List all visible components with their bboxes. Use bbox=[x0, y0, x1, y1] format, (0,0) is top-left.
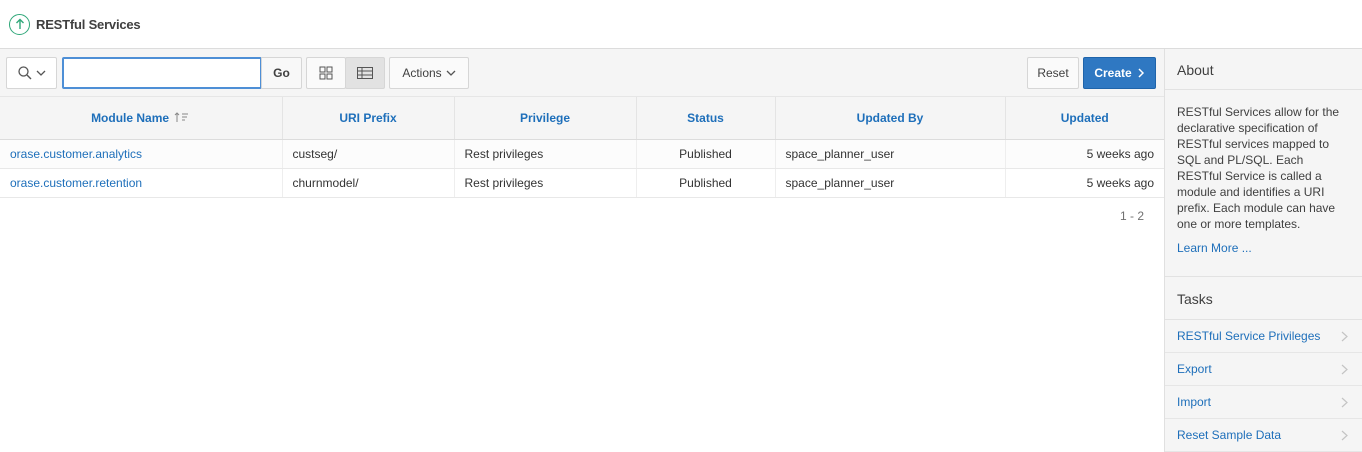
updated-cell: 5 weeks ago bbox=[1005, 168, 1164, 198]
go-button[interactable]: Go bbox=[261, 57, 302, 89]
icon-view-button[interactable] bbox=[306, 57, 346, 89]
page-title: RESTful Services bbox=[36, 16, 141, 32]
pagination-range: 1 - 2 bbox=[1119, 209, 1144, 223]
column-header-updated-by[interactable]: Updated By bbox=[775, 97, 1006, 140]
column-header-privilege[interactable]: Privilege bbox=[454, 97, 637, 140]
chevron-right-icon bbox=[1341, 364, 1348, 374]
uri-prefix-cell: custseg/ bbox=[282, 139, 455, 169]
report-toolbar: Go Actions Reset Create bbox=[0, 49, 1164, 97]
actions-label: Actions bbox=[402, 66, 442, 80]
module-link[interactable]: orase.customer.analytics bbox=[10, 147, 142, 161]
chevron-right-icon bbox=[1341, 397, 1348, 407]
task-import[interactable]: Import bbox=[1165, 386, 1362, 419]
about-text: RESTful Services allow for the declarati… bbox=[1177, 105, 1340, 231]
chevron-right-icon bbox=[1341, 430, 1348, 440]
arrow-up-circle-icon bbox=[9, 13, 30, 35]
chevron-right-icon bbox=[1341, 331, 1348, 341]
status-cell: Published bbox=[636, 168, 776, 198]
grid-icon bbox=[319, 66, 333, 80]
tasks-heading: Tasks bbox=[1165, 276, 1362, 320]
reset-button[interactable]: Reset bbox=[1027, 57, 1079, 89]
right-sidebar: About RESTful Services allow for the dec… bbox=[1164, 49, 1362, 452]
learn-more-link[interactable]: Learn More ... bbox=[1177, 240, 1350, 256]
status-cell: Published bbox=[636, 139, 776, 169]
search-icon bbox=[17, 66, 31, 80]
module-link[interactable]: orase.customer.retention bbox=[10, 176, 142, 190]
uri-prefix-cell: churnmodel/ bbox=[282, 168, 455, 198]
main-region: Go Actions Reset Create Module Name URI … bbox=[0, 49, 1164, 452]
top-header: RESTful Services bbox=[0, 0, 1362, 49]
table-row: orase.customer.retention churnmodel/ Res… bbox=[0, 168, 1164, 198]
chevron-down-icon bbox=[446, 70, 456, 76]
search-input[interactable] bbox=[62, 57, 262, 89]
sort-ascending-icon bbox=[175, 112, 189, 122]
updated-by-cell: space_planner_user bbox=[775, 168, 1006, 198]
create-label: Create bbox=[1094, 66, 1132, 80]
about-heading: About bbox=[1165, 49, 1362, 90]
create-button[interactable]: Create bbox=[1083, 57, 1156, 89]
column-header-status[interactable]: Status bbox=[636, 97, 776, 140]
column-header-uri-prefix[interactable]: URI Prefix bbox=[282, 97, 455, 140]
column-header-updated[interactable]: Updated bbox=[1005, 97, 1164, 140]
about-region: RESTful Services allow for the declarati… bbox=[1165, 90, 1362, 256]
privilege-cell: Rest privileges bbox=[454, 168, 637, 198]
updated-cell: 5 weeks ago bbox=[1005, 139, 1164, 169]
task-export[interactable]: Export bbox=[1165, 353, 1362, 386]
actions-menu-button[interactable]: Actions bbox=[389, 57, 469, 89]
task-restful-service-privileges[interactable]: RESTful Service Privileges bbox=[1165, 320, 1362, 353]
chevron-right-icon bbox=[1138, 68, 1144, 78]
column-header-module-name[interactable]: Module Name bbox=[0, 97, 283, 140]
report-view-button[interactable] bbox=[345, 57, 385, 89]
task-reset-sample-data[interactable]: Reset Sample Data bbox=[1165, 419, 1362, 452]
table-icon bbox=[357, 67, 373, 79]
modules-report: Module Name URI Prefix Privilege Status … bbox=[0, 97, 1164, 198]
search-column-menu[interactable] bbox=[6, 57, 57, 89]
privilege-cell: Rest privileges bbox=[454, 139, 637, 169]
chevron-down-icon bbox=[36, 70, 45, 76]
updated-by-cell: space_planner_user bbox=[775, 139, 1006, 169]
table-row: orase.customer.analytics custseg/ Rest p… bbox=[0, 139, 1164, 169]
